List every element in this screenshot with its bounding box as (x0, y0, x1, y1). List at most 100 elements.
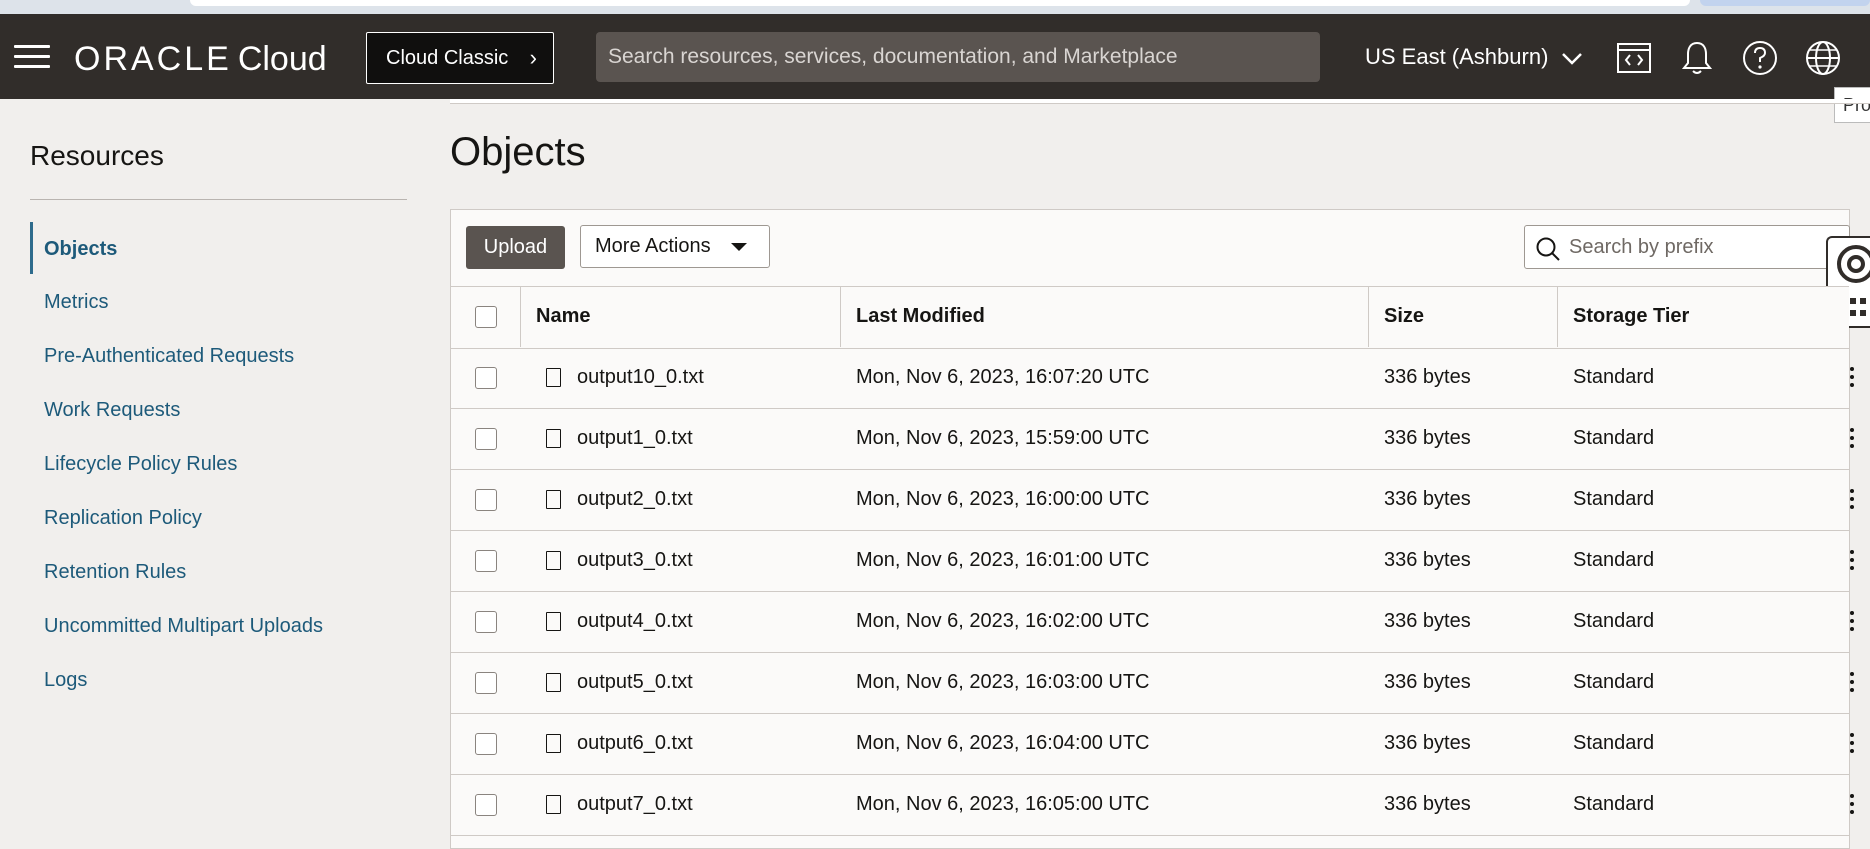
row-actions-kebab-icon[interactable] (1850, 672, 1856, 696)
last-modified-cell: Mon, Nov 6, 2023, 16:04:00 UTC (856, 732, 1150, 754)
row-actions-kebab-icon[interactable] (1850, 611, 1856, 635)
object-name-link[interactable]: output6_0.txt (577, 732, 693, 755)
hamburger-menu-icon[interactable] (14, 45, 50, 69)
storage-tier-cell: Standard (1573, 427, 1655, 449)
object-name-link[interactable]: output7_0.txt (577, 793, 693, 816)
row-actions-kebab-icon[interactable] (1850, 428, 1856, 452)
resources-divider (30, 199, 407, 200)
sidebar-item-work-requests[interactable]: Work Requests (44, 399, 180, 422)
last-modified-cell: Mon, Nov 6, 2023, 16:01:00 UTC (856, 549, 1150, 571)
help-icon[interactable] (1740, 38, 1780, 78)
last-modified-cell: Mon, Nov 6, 2023, 16:02:00 UTC (856, 610, 1150, 632)
size-cell: 336 bytes (1384, 671, 1471, 693)
chevron-down-icon (1561, 53, 1582, 65)
storage-tier-cell: Standard (1573, 366, 1655, 388)
row-actions-kebab-icon[interactable] (1850, 489, 1856, 513)
object-name-link[interactable]: output5_0.txt (577, 671, 693, 694)
column-header-size[interactable]: Size (1384, 305, 1424, 328)
search-icon (1536, 237, 1560, 261)
size-cell: 336 bytes (1384, 793, 1471, 815)
sidebar-item-uncommitted-multipart-uploads[interactable]: Uncommitted Multipart Uploads (44, 615, 323, 638)
brand-name: ORACLE (74, 40, 232, 78)
caret-down-icon (731, 243, 747, 251)
row-actions-kebab-icon[interactable] (1850, 794, 1856, 818)
prefix-search-input[interactable]: Search by prefix (1524, 225, 1850, 269)
more-actions-button[interactable]: More Actions (580, 225, 770, 268)
sidebar-item-lifecycle-policy-rules[interactable]: Lifecycle Policy Rules (44, 453, 237, 476)
region-label: US East (Ashburn) (1365, 44, 1549, 69)
row-checkbox[interactable] (475, 489, 497, 511)
file-icon (546, 551, 561, 570)
select-all-checkbox[interactable] (475, 306, 497, 328)
size-cell: 336 bytes (1384, 732, 1471, 754)
row-checkbox[interactable] (475, 733, 497, 755)
object-name-link[interactable]: output10_0.txt (577, 366, 704, 389)
column-separator (1368, 286, 1369, 347)
file-icon (546, 795, 561, 814)
lifebuoy-icon (1837, 245, 1870, 283)
code-editor-icon[interactable] (1614, 38, 1654, 78)
row-actions-kebab-icon[interactable] (1850, 367, 1856, 391)
active-indicator (30, 222, 33, 274)
storage-tier-cell: Standard (1573, 793, 1655, 815)
last-modified-cell: Mon, Nov 6, 2023, 15:59:00 UTC (856, 427, 1150, 449)
row-actions-kebab-icon[interactable] (1850, 550, 1856, 574)
cloud-classic-button[interactable]: Cloud Classic › (366, 32, 554, 84)
global-search-input[interactable]: Search resources, services, documentatio… (596, 32, 1320, 82)
row-actions-kebab-icon[interactable] (1850, 733, 1856, 757)
row-checkbox[interactable] (475, 611, 497, 633)
cloud-classic-label: Cloud Classic (386, 47, 509, 69)
notifications-bell-icon[interactable] (1677, 38, 1717, 78)
sidebar-item-objects[interactable]: Objects (44, 238, 117, 261)
last-modified-cell: Mon, Nov 6, 2023, 16:00:00 UTC (856, 488, 1150, 510)
column-header-name[interactable]: Name (536, 305, 590, 328)
oracle-cloud-logo[interactable]: ORACLE Cloud (74, 40, 327, 79)
sidebar-item-metrics[interactable]: Metrics (44, 291, 108, 314)
row-checkbox[interactable] (475, 428, 497, 450)
profile-tooltip: Pro (1834, 87, 1870, 123)
object-name-link[interactable]: output4_0.txt (577, 610, 693, 633)
prefix-search-placeholder: Search by prefix (1569, 236, 1714, 258)
chevron-right-icon: › (529, 45, 537, 70)
browser-tab-strip (0, 0, 1870, 14)
column-separator (1557, 286, 1558, 347)
row-checkbox[interactable] (475, 550, 497, 572)
browser-profile-area[interactable] (1700, 0, 1870, 6)
file-icon (546, 734, 561, 753)
storage-tier-cell: Standard (1573, 671, 1655, 693)
file-icon (546, 368, 561, 387)
storage-tier-cell: Standard (1573, 732, 1655, 754)
row-checkbox[interactable] (475, 794, 497, 816)
file-icon (546, 490, 561, 509)
browser-address-bar[interactable] (190, 0, 1690, 6)
object-name-link[interactable]: output3_0.txt (577, 549, 693, 572)
sidebar-item-retention-rules[interactable]: Retention Rules (44, 561, 186, 584)
size-cell: 336 bytes (1384, 488, 1471, 510)
brand-suffix: Cloud (237, 40, 327, 78)
storage-tier-cell: Standard (1573, 488, 1655, 510)
last-modified-cell: Mon, Nov 6, 2023, 16:03:00 UTC (856, 671, 1150, 693)
size-cell: 336 bytes (1384, 427, 1471, 449)
sidebar-item-logs[interactable]: Logs (44, 669, 87, 692)
region-selector[interactable]: US East (Ashburn) (1365, 32, 1583, 82)
row-checkbox[interactable] (475, 367, 497, 389)
column-separator (840, 286, 841, 347)
file-icon (546, 429, 561, 448)
upload-button[interactable]: Upload (466, 226, 565, 269)
column-separator (520, 286, 521, 347)
details-panel-edge (450, 99, 1870, 104)
size-cell: 336 bytes (1384, 366, 1471, 388)
object-name-link[interactable]: output1_0.txt (577, 427, 693, 450)
file-icon (546, 612, 561, 631)
storage-tier-cell: Standard (1573, 549, 1655, 571)
size-cell: 336 bytes (1384, 610, 1471, 632)
language-globe-icon[interactable] (1803, 38, 1843, 78)
storage-tier-cell: Standard (1573, 610, 1655, 632)
sidebar-item-replication-policy[interactable]: Replication Policy (44, 507, 202, 530)
column-header-storage-tier[interactable]: Storage Tier (1573, 305, 1689, 328)
row-checkbox[interactable] (475, 672, 497, 694)
object-name-link[interactable]: output2_0.txt (577, 488, 693, 511)
column-header-last-modified[interactable]: Last Modified (856, 305, 985, 328)
page-title: Objects (450, 130, 586, 174)
sidebar-item-pre-authenticated-requests[interactable]: Pre-Authenticated Requests (44, 345, 294, 368)
